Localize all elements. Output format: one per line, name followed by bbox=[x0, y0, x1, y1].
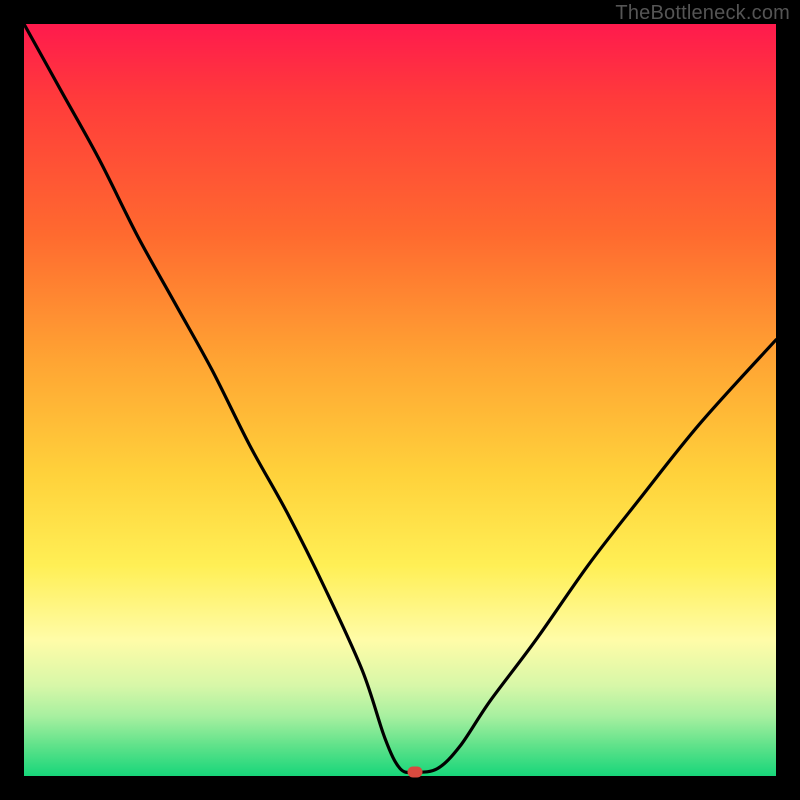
watermark-text: TheBottleneck.com bbox=[615, 2, 790, 25]
curve-path bbox=[24, 24, 776, 773]
chart-frame: TheBottleneck.com bbox=[0, 0, 800, 800]
bottleneck-curve bbox=[24, 24, 776, 776]
plot-area bbox=[24, 24, 776, 776]
optimal-marker bbox=[408, 767, 423, 778]
